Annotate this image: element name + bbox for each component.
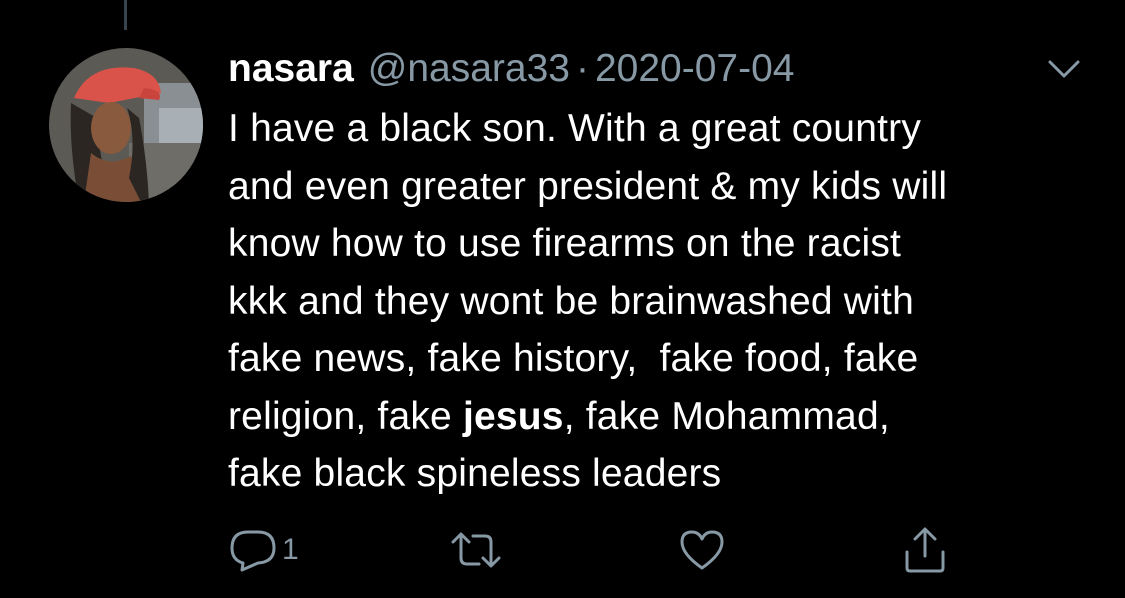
retweet-icon: [451, 532, 501, 568]
tweet-text-line: religion, fake jesus, fake Mohammad,: [228, 394, 890, 438]
tweet-text-line: fake black spineless leaders: [228, 452, 722, 495]
tweet-text-line: kkk and they wont be brainwashed with: [228, 279, 914, 323]
reply-button[interactable]: 1: [228, 525, 299, 575]
thread-connector-line: [124, 0, 127, 30]
user-handle[interactable]: @nasara33: [368, 47, 570, 91]
tweet-text-line: and even greater president & my kids wil…: [228, 164, 948, 208]
avatar[interactable]: [49, 48, 203, 202]
like-button[interactable]: [678, 525, 726, 575]
retweet-button[interactable]: [447, 525, 505, 575]
avatar-image: [49, 48, 203, 202]
reply-icon: [230, 530, 276, 572]
share-icon: [905, 527, 945, 573]
tweet-text-line: I have a black son. With a great country: [228, 107, 922, 150]
tweet-text-line: fake news, fake history, fake food, fake: [228, 337, 919, 380]
separator-dot: ·: [575, 47, 589, 90]
bold-word: jesus: [462, 394, 564, 438]
tweet-header: nasara @nasara33 · 2020-07-04: [228, 44, 794, 94]
tweet-date[interactable]: 2020-07-04: [595, 47, 795, 91]
chevron-down-icon[interactable]: [1044, 54, 1084, 84]
tweet-actions: 1: [0, 525, 1125, 575]
tweet-text-line: know how to use firearms on the racist: [228, 222, 902, 265]
tweet-text: I have a black son. With a great country…: [228, 100, 1108, 503]
share-button[interactable]: [902, 525, 948, 575]
reply-count: 1: [282, 533, 299, 566]
heart-icon: [680, 530, 724, 570]
display-name[interactable]: nasara: [228, 47, 354, 91]
